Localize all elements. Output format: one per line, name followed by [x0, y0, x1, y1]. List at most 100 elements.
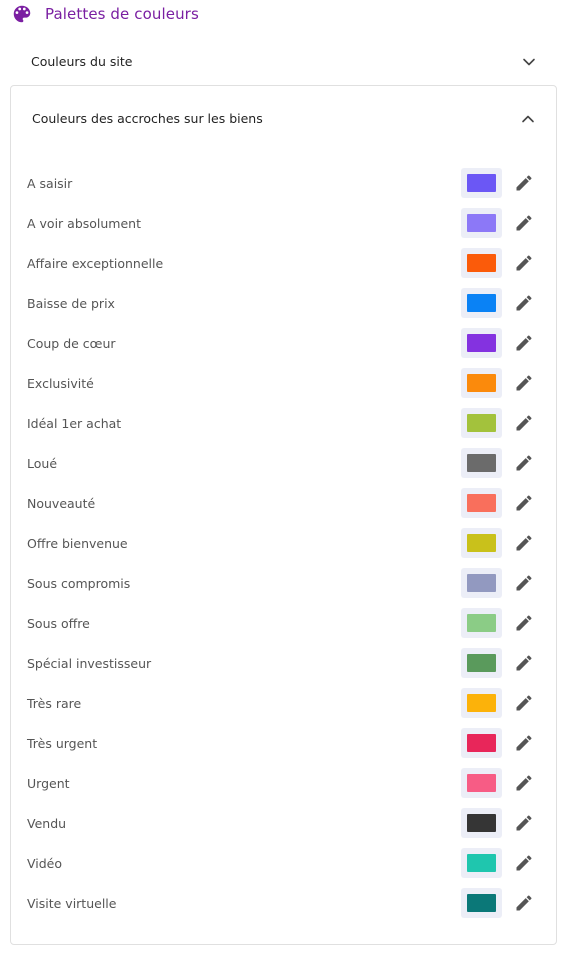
edit-pencil-icon[interactable] [514, 573, 534, 593]
color-swatch-button[interactable] [461, 768, 502, 798]
edit-pencil-icon[interactable] [514, 813, 534, 833]
section-tag-colors-toggle[interactable]: Couleurs des accroches sur les biens [11, 98, 556, 138]
edit-pencil-icon[interactable] [514, 893, 534, 913]
color-swatch [467, 214, 496, 232]
section-site-colors-label: Couleurs du site [31, 53, 133, 69]
color-swatch-button[interactable] [461, 688, 502, 718]
color-swatch [467, 174, 496, 192]
edit-pencil-icon[interactable] [514, 413, 534, 433]
color-swatch [467, 774, 496, 792]
edit-pencil-icon[interactable] [514, 533, 534, 553]
color-swatch-button[interactable] [461, 488, 502, 518]
edit-pencil-icon[interactable] [514, 693, 534, 713]
tag-colors-panel: Couleurs des accroches sur les biens A s… [10, 85, 557, 945]
color-swatch [467, 494, 496, 512]
page-title: Palettes de couleurs [45, 5, 199, 23]
tag-color-row: Très urgent [11, 723, 556, 763]
tag-label: Très rare [27, 695, 82, 711]
color-swatch [467, 534, 496, 552]
edit-pencil-icon[interactable] [514, 653, 534, 673]
tag-color-row: Nouveauté [11, 483, 556, 523]
edit-pencil-icon[interactable] [514, 253, 534, 273]
tag-color-row: Sous offre [11, 603, 556, 643]
tag-label: Vendu [27, 815, 67, 831]
tag-color-row: Coup de cœur [11, 323, 556, 363]
color-swatch [467, 574, 496, 592]
tag-label: Très urgent [27, 735, 98, 751]
tag-label: A voir absolument [27, 215, 141, 231]
color-swatch [467, 654, 496, 672]
color-swatch-button[interactable] [461, 608, 502, 638]
tag-color-row: Sous compromis [11, 563, 556, 603]
tag-label: Affaire exceptionnelle [27, 255, 164, 271]
tag-color-row: Offre bienvenue [11, 523, 556, 563]
section-tag-colors-label: Couleurs des accroches sur les biens [32, 110, 263, 126]
color-swatch [467, 334, 496, 352]
color-swatch-button[interactable] [461, 888, 502, 918]
tag-label: A saisir [27, 175, 73, 191]
color-swatch-button[interactable] [461, 168, 502, 198]
chevron-up-icon [521, 111, 535, 125]
page-header: Palettes de couleurs [11, 2, 199, 26]
tag-label: Idéal 1er achat [27, 415, 122, 431]
tag-label: Visite virtuelle [27, 895, 117, 911]
tag-color-row: Urgent [11, 763, 556, 803]
edit-pencil-icon[interactable] [514, 293, 534, 313]
color-swatch-button[interactable] [461, 808, 502, 838]
tag-label: Urgent [27, 775, 70, 791]
edit-pencil-icon[interactable] [514, 373, 534, 393]
edit-pencil-icon[interactable] [514, 213, 534, 233]
color-swatch [467, 894, 496, 912]
tag-color-row: A voir absolument [11, 203, 556, 243]
color-swatch-button[interactable] [461, 248, 502, 278]
color-swatch-button[interactable] [461, 408, 502, 438]
edit-pencil-icon[interactable] [514, 333, 534, 353]
tag-color-row: Visite virtuelle [11, 883, 556, 923]
edit-pencil-icon[interactable] [514, 613, 534, 633]
color-swatch [467, 734, 496, 752]
tag-color-row: Vendu [11, 803, 556, 843]
color-swatch-button[interactable] [461, 728, 502, 758]
color-swatch-button[interactable] [461, 448, 502, 478]
color-swatch [467, 854, 496, 872]
tag-label: Loué [27, 455, 58, 471]
color-swatch-button[interactable] [461, 208, 502, 238]
tag-label: Baisse de prix [27, 295, 115, 311]
color-swatch-button[interactable] [461, 528, 502, 558]
color-swatch [467, 454, 496, 472]
tag-label: Nouveauté [27, 495, 96, 511]
color-swatch [467, 254, 496, 272]
edit-pencil-icon[interactable] [514, 853, 534, 873]
tag-label: Sous offre [27, 615, 90, 631]
color-swatch-button[interactable] [461, 288, 502, 318]
tag-label: Vidéo [27, 855, 63, 871]
palette-icon [11, 3, 33, 25]
tag-color-row: Exclusivité [11, 363, 556, 403]
tag-color-row: Affaire exceptionnelle [11, 243, 556, 283]
chevron-down-icon [522, 54, 536, 68]
color-swatch-button[interactable] [461, 328, 502, 358]
color-swatch-button[interactable] [461, 848, 502, 878]
edit-pencil-icon[interactable] [514, 773, 534, 793]
tag-color-row: Baisse de prix [11, 283, 556, 323]
color-swatch [467, 294, 496, 312]
edit-pencil-icon[interactable] [514, 733, 534, 753]
edit-pencil-icon[interactable] [514, 173, 534, 193]
tag-label: Sous compromis [27, 575, 131, 591]
tag-color-row: Vidéo [11, 843, 556, 883]
color-swatch [467, 814, 496, 832]
color-swatch-button[interactable] [461, 368, 502, 398]
tag-color-row: Loué [11, 443, 556, 483]
edit-pencil-icon[interactable] [514, 493, 534, 513]
color-swatch-button[interactable] [461, 568, 502, 598]
color-swatch [467, 374, 496, 392]
tag-color-row: A saisir [11, 163, 556, 203]
color-swatch [467, 614, 496, 632]
color-swatch [467, 414, 496, 432]
section-site-colors-toggle[interactable]: Couleurs du site [10, 40, 557, 82]
tag-label: Spécial investisseur [27, 655, 152, 671]
color-swatch [467, 694, 496, 712]
tag-color-row: Idéal 1er achat [11, 403, 556, 443]
color-swatch-button[interactable] [461, 648, 502, 678]
edit-pencil-icon[interactable] [514, 453, 534, 473]
